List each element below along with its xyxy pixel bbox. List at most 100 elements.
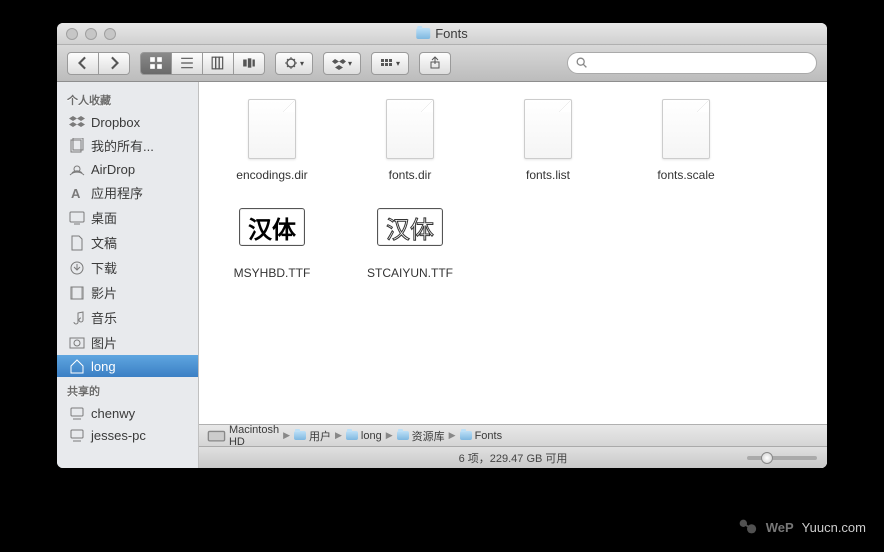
action-menu: ▾ xyxy=(275,52,313,75)
dropbox-icon xyxy=(69,114,85,130)
sidebar-item-documents[interactable]: 文稿 xyxy=(57,230,198,255)
close-button[interactable] xyxy=(66,28,78,40)
sidebar-item-label: 文稿 xyxy=(91,233,117,252)
share-menu xyxy=(419,52,451,75)
sidebar-item-label: 影片 xyxy=(91,283,117,302)
sidebar-item-pictures[interactable]: 图片 xyxy=(57,330,198,355)
column-view-button[interactable] xyxy=(203,52,234,75)
back-button[interactable] xyxy=(67,52,99,75)
sidebar-item-desktop[interactable]: 桌面 xyxy=(57,205,198,230)
minimize-button[interactable] xyxy=(85,28,97,40)
window-body: 个人收藏Dropbox 我的所有... AirDrop A 应用程序桌面文稿下载影片音乐… xyxy=(57,82,827,468)
computer-icon xyxy=(69,427,85,443)
file-item[interactable]: fonts.scale xyxy=(631,96,741,182)
arrange-button[interactable]: ▾ xyxy=(371,52,409,75)
sidebar-item-label: AirDrop xyxy=(91,162,135,177)
file-item[interactable]: 汉体 STCAIYUN.TTF xyxy=(355,194,465,280)
airdrop-icon xyxy=(69,161,85,177)
share-button[interactable] xyxy=(419,52,451,75)
watermark-site: Yuucn.com xyxy=(802,520,866,535)
zoom-button[interactable] xyxy=(104,28,116,40)
search-input[interactable] xyxy=(567,52,817,74)
home-icon xyxy=(69,358,85,374)
font-preview-icon: 汉体 xyxy=(377,208,443,246)
traffic-lights xyxy=(57,28,116,40)
documents-icon xyxy=(69,235,85,251)
titlebar[interactable]: Fonts xyxy=(57,23,827,45)
file-name: fonts.scale xyxy=(657,168,714,182)
sidebar-item-label: 音乐 xyxy=(91,308,117,327)
allfiles-icon xyxy=(69,138,85,154)
title-text: Fonts xyxy=(435,26,468,41)
file-name: STCAIYUN.TTF xyxy=(367,266,453,280)
file-item[interactable]: 汉体MSYHBD.TTF xyxy=(217,194,327,280)
file-grid[interactable]: encodings.dir fonts.dir fonts.list fonts.sc… xyxy=(199,82,827,424)
sidebar-item-label: chenwy xyxy=(91,406,135,421)
nav-buttons xyxy=(67,52,130,75)
icon-view-button[interactable] xyxy=(140,52,172,75)
pictures-icon xyxy=(69,335,85,351)
sidebar-item-label: 桌面 xyxy=(91,208,117,227)
path-segment[interactable]: Fonts xyxy=(460,430,503,442)
sidebar-item-computer[interactable]: chenwy xyxy=(57,402,198,424)
sidebar-item-music[interactable]: 音乐 xyxy=(57,305,198,330)
sidebar-item-allfiles[interactable]: 我的所有... xyxy=(57,133,198,158)
sidebar-item-dropbox[interactable]: Dropbox xyxy=(57,111,198,133)
path-label: Fonts xyxy=(475,430,503,442)
sidebar[interactable]: 个人收藏Dropbox 我的所有... AirDrop A 应用程序桌面文稿下载影片音乐… xyxy=(57,82,199,468)
action-button[interactable]: ▾ xyxy=(275,52,313,75)
watermark: WeP Yuucn.com xyxy=(736,516,866,538)
sidebar-header: 共享的 xyxy=(57,377,198,402)
watermark-brand: WeP xyxy=(766,520,794,535)
path-segment[interactable]: 用户 xyxy=(294,428,331,444)
sidebar-item-airdrop[interactable]: AirDrop xyxy=(57,158,198,180)
coverflow-view-button[interactable] xyxy=(234,52,265,75)
search-field xyxy=(567,52,817,74)
svg-text:A: A xyxy=(71,186,81,201)
movies-icon xyxy=(69,285,85,301)
sidebar-item-home[interactable]: long xyxy=(57,355,198,377)
file-name: fonts.dir xyxy=(389,168,432,182)
path-segment[interactable]: long xyxy=(346,430,382,442)
arrange-menu: ▾ xyxy=(371,52,409,75)
sidebar-item-downloads[interactable]: 下载 xyxy=(57,255,198,280)
toolbar: ▾ ▾ ▾ xyxy=(57,45,827,82)
document-icon xyxy=(386,99,434,159)
path-segment[interactable]: Macintosh HD xyxy=(207,424,279,448)
finder-window: Fonts ▾ ▾ ▾ 个人收藏Dropbox我的所有...Air xyxy=(57,23,827,468)
zoom-track[interactable] xyxy=(747,456,817,460)
file-item[interactable]: fonts.dir xyxy=(355,96,465,182)
document-icon xyxy=(248,99,296,159)
file-item[interactable]: encodings.dir xyxy=(217,96,327,182)
downloads-icon xyxy=(69,260,85,276)
path-segment[interactable]: 资源库 xyxy=(397,428,445,444)
chevron-right-icon: ▶ xyxy=(283,430,290,441)
sidebar-item-label: 应用程序 xyxy=(91,183,143,202)
file-item[interactable]: fonts.list xyxy=(493,96,603,182)
status-bar: 6 项，229.47 GB 可用 xyxy=(199,446,827,468)
sidebar-item-label: 下载 xyxy=(91,258,117,277)
sidebar-item-computer[interactable]: jesses-pc xyxy=(57,424,198,446)
path-bar[interactable]: Macintosh HD▶用户▶long▶资源库▶Fonts xyxy=(199,424,827,446)
list-view-button[interactable] xyxy=(172,52,203,75)
forward-button[interactable] xyxy=(99,52,130,75)
file-name: fonts.list xyxy=(526,168,570,182)
sidebar-item-apps[interactable]: A 应用程序 xyxy=(57,180,198,205)
font-preview-icon: 汉体 xyxy=(239,208,305,246)
sidebar-item-label: jesses-pc xyxy=(91,428,146,443)
sidebar-item-movies[interactable]: 影片 xyxy=(57,280,198,305)
path-label: 用户 xyxy=(309,428,331,444)
zoom-thumb[interactable] xyxy=(761,452,773,464)
zoom-slider[interactable] xyxy=(747,456,817,460)
dropbox-button[interactable]: ▾ xyxy=(323,52,361,75)
chevron-right-icon: ▶ xyxy=(335,430,342,441)
status-text: 6 项，229.47 GB 可用 xyxy=(459,450,568,466)
path-label: Macintosh HD xyxy=(229,424,279,448)
chevron-right-icon: ▶ xyxy=(449,430,456,441)
document-icon xyxy=(524,99,572,159)
sidebar-item-label: 我的所有... xyxy=(91,136,154,155)
dropbox-menu: ▾ xyxy=(323,52,361,75)
sidebar-header: 个人收藏 xyxy=(57,86,198,111)
apps-icon: A xyxy=(69,185,85,201)
path-label: long xyxy=(361,430,382,442)
